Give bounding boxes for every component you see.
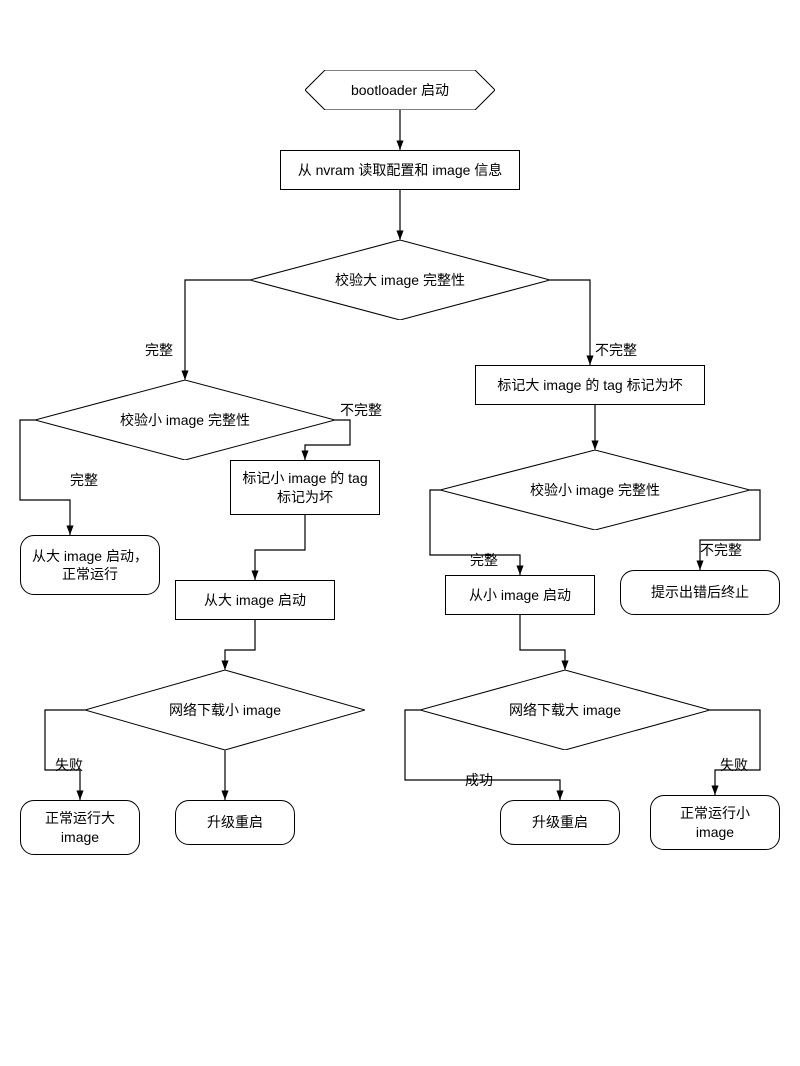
- verify-big-label: 校验大 image 完整性: [335, 270, 465, 290]
- edge-smallR-incomplete: 不完整: [700, 540, 742, 560]
- run-big-node: 正常运行大 image: [20, 800, 140, 855]
- reboot-right-node: 升级重启: [500, 800, 620, 845]
- boot-big-normal-node: 从大 image 启动，正常运行: [20, 535, 160, 595]
- verify-small-right-node: 校验小 image 完整性: [440, 450, 750, 530]
- run-big-label: 正常运行大 image: [29, 809, 131, 845]
- download-big-node: 网络下载大 image: [420, 670, 710, 750]
- mark-small-bad-label: 标记小 image 的 tag 标记为坏: [239, 469, 371, 505]
- verify-small-left-node: 校验小 image 完整性: [35, 380, 335, 460]
- edge-smallR-complete: 完整: [470, 550, 498, 570]
- reboot-left-label: 升级重启: [207, 813, 263, 831]
- boot-big-node: 从大 image 启动: [175, 580, 335, 620]
- download-small-node: 网络下载小 image: [85, 670, 365, 750]
- edge-big-incomplete: 不完整: [595, 340, 637, 360]
- boot-small-node: 从小 image 启动: [445, 575, 595, 615]
- edge-smallL-incomplete: 不完整: [340, 400, 382, 420]
- mark-big-bad-label: 标记大 image 的 tag 标记为坏: [497, 376, 682, 394]
- verify-big-node: 校验大 image 完整性: [250, 240, 550, 320]
- boot-small-label: 从小 image 启动: [469, 586, 571, 604]
- error-stop-node: 提示出错后终止: [620, 570, 780, 615]
- edge-dlsmall-fail: 失败: [55, 755, 83, 775]
- boot-big-label: 从大 image 启动: [204, 591, 306, 609]
- flowchart-canvas: bootloader 启动 从 nvram 读取配置和 image 信息 校验大…: [0, 0, 800, 1066]
- verify-small-right-label: 校验小 image 完整性: [530, 480, 660, 500]
- verify-small-left-label: 校验小 image 完整性: [120, 410, 250, 430]
- run-small-node: 正常运行小 image: [650, 795, 780, 850]
- edge-big-complete: 完整: [145, 340, 173, 360]
- reboot-left-node: 升级重启: [175, 800, 295, 845]
- edge-smallL-complete: 完整: [70, 470, 98, 490]
- error-stop-label: 提示出错后终止: [651, 583, 749, 601]
- read-nvram-label: 从 nvram 读取配置和 image 信息: [298, 161, 503, 179]
- download-small-label: 网络下载小 image: [169, 700, 281, 720]
- start-node: bootloader 启动: [305, 70, 495, 110]
- mark-big-bad-node: 标记大 image 的 tag 标记为坏: [475, 365, 705, 405]
- read-nvram-node: 从 nvram 读取配置和 image 信息: [280, 150, 520, 190]
- boot-big-normal-label: 从大 image 启动，正常运行: [29, 547, 151, 583]
- download-big-label: 网络下载大 image: [509, 700, 621, 720]
- start-label: bootloader 启动: [351, 80, 449, 100]
- edge-dlbig-fail: 失败: [720, 755, 748, 775]
- run-small-label: 正常运行小 image: [659, 804, 771, 840]
- mark-small-bad-node: 标记小 image 的 tag 标记为坏: [230, 460, 380, 515]
- reboot-right-label: 升级重启: [532, 813, 588, 831]
- edge-dlbig-success: 成功: [465, 770, 493, 790]
